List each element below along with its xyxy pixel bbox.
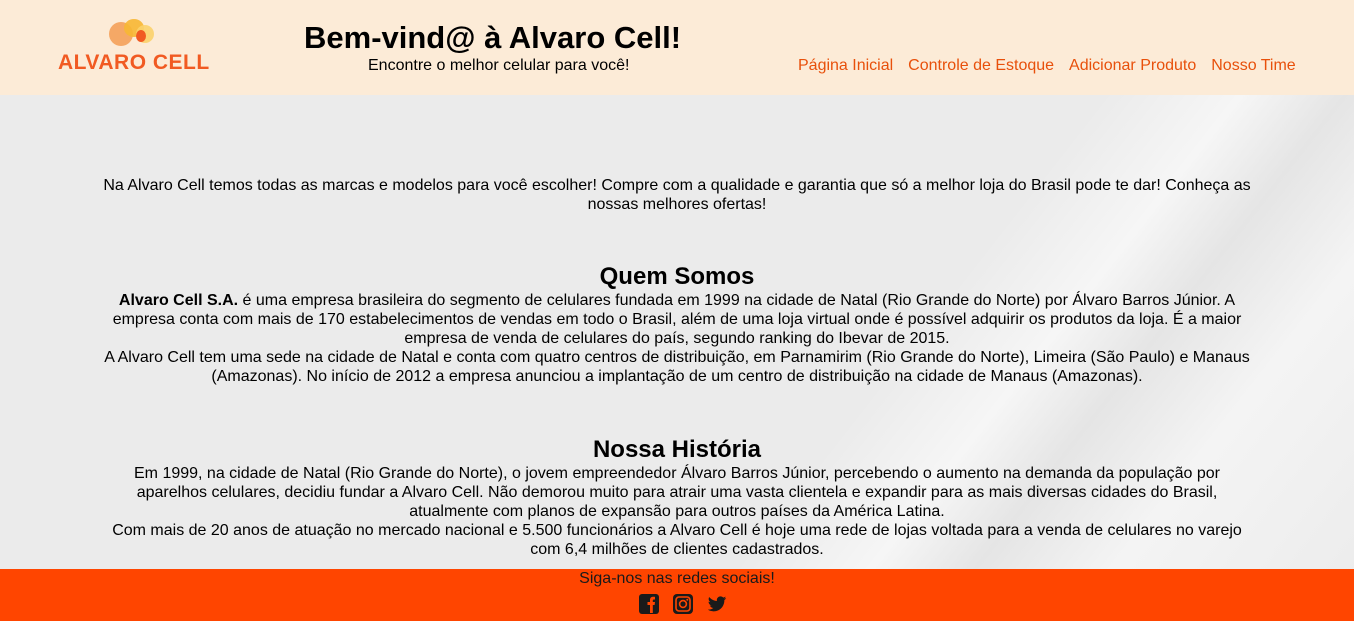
page-title: Bem-vind@ à Alvaro Cell! bbox=[304, 20, 682, 55]
nossa-historia-paragraph-2: Com mais de 20 anos de atuação no mercad… bbox=[112, 522, 1242, 558]
nossa-historia-section: Nossa História Em 1999, na cidade de Nat… bbox=[100, 436, 1254, 559]
quem-somos-paragraph-2: A Alvaro Cell tem uma sede na cidade de … bbox=[104, 349, 1250, 385]
site-header: ALVARO CELL Bem-vind@ à Alvaro Cell! Enc… bbox=[0, 0, 1354, 95]
footer-text: Siga-nos nas redes sociais! bbox=[579, 570, 775, 587]
main-nav: Página Inicial Controle de Estoque Adici… bbox=[798, 57, 1296, 75]
facebook-icon[interactable] bbox=[638, 593, 660, 615]
logo-text: ALVARO CELL bbox=[58, 51, 210, 74]
site-footer: Siga-nos nas redes sociais! bbox=[0, 569, 1354, 621]
twitter-icon[interactable] bbox=[706, 593, 728, 615]
quem-somos-paragraph-1: Alvaro Cell S.A. é uma empresa brasileir… bbox=[100, 291, 1254, 348]
social-links bbox=[638, 593, 728, 615]
quem-somos-title: Quem Somos bbox=[599, 263, 755, 290]
alvaro-cell-logo[interactable]: ALVARO CELL bbox=[58, 18, 210, 74]
quem-somos-text-1: é uma empresa brasileira do segmento de … bbox=[112, 292, 1242, 347]
nav-link-pagina-inicial[interactable]: Página Inicial bbox=[798, 57, 893, 75]
logo-mark-icon bbox=[109, 19, 154, 46]
company-name: Alvaro Cell S.A. bbox=[118, 292, 239, 309]
nav-link-controle-estoque[interactable]: Controle de Estoque bbox=[908, 57, 1054, 75]
nossa-historia-paragraph-1: Em 1999, na cidade de Natal (Rio Grande … bbox=[134, 465, 1220, 520]
instagram-icon[interactable] bbox=[672, 593, 694, 615]
nossa-historia-title: Nossa História bbox=[592, 436, 762, 463]
quem-somos-section: Quem Somos Alvaro Cell S.A. é uma empres… bbox=[100, 263, 1254, 386]
nav-link-adicionar-produto[interactable]: Adicionar Produto bbox=[1069, 57, 1196, 75]
page-subtitle: Encontre o melhor celular para você! bbox=[368, 57, 630, 74]
nav-link-nosso-time[interactable]: Nosso Time bbox=[1211, 57, 1295, 75]
main-content: Na Alvaro Cell temos todas as marcas e m… bbox=[0, 95, 1354, 569]
intro-text: Na Alvaro Cell temos todas as marcas e m… bbox=[103, 177, 1251, 213]
